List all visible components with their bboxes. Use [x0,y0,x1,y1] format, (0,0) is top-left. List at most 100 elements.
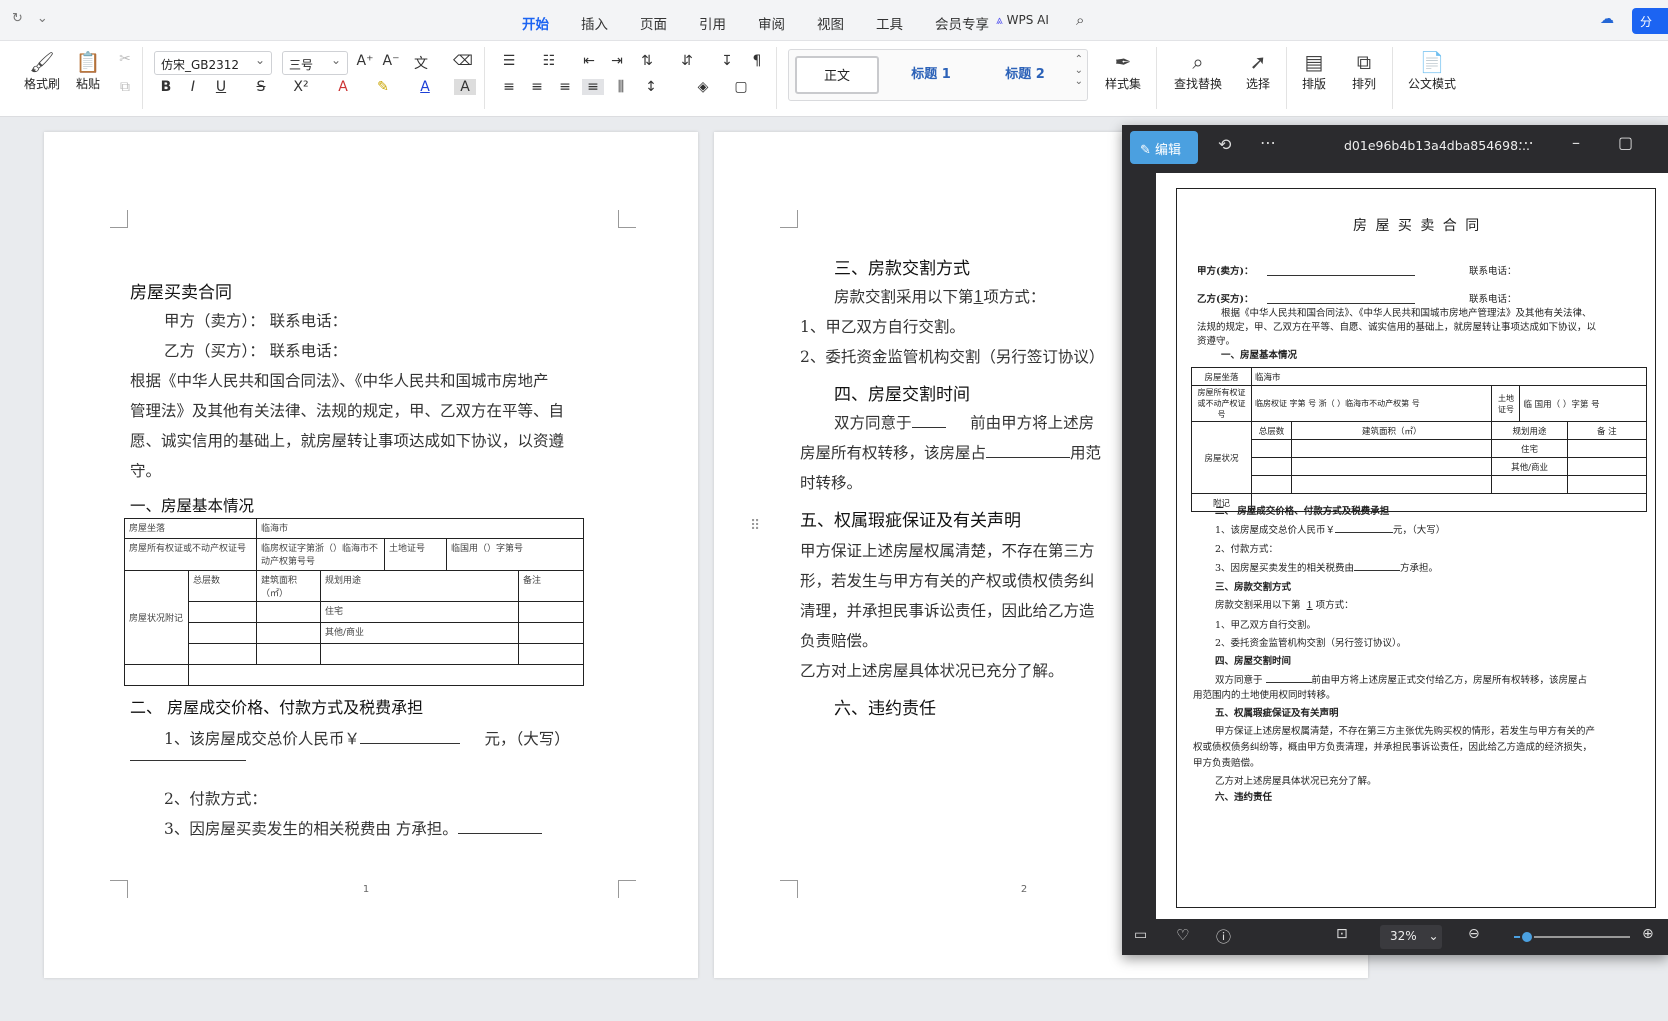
rotate-icon[interactable]: ⟲ [1218,135,1231,154]
font-color-icon[interactable]: A [414,79,436,95]
bullet-list-icon[interactable]: ☰ [498,53,520,69]
more-icon[interactable]: ⋯ [1518,133,1534,152]
text-direction-icon[interactable]: ⇅ [636,53,658,69]
superscript-icon[interactable]: X² [290,79,312,95]
shading-icon[interactable]: ◈ [692,79,714,95]
highlight-icon[interactable]: ✎ [372,79,394,95]
drag-handle-icon[interactable]: ⠿ [750,518,760,534]
blank-field[interactable] [911,410,946,428]
more-icon[interactable]: ⋯ [1260,133,1276,152]
wps-ai-button[interactable]: ⩓ WPS AI [996,13,1049,28]
phonetic-icon[interactable]: 文 [410,53,432,73]
settlement-option-1: 1、甲乙双方自行交割。 [800,318,965,336]
handover-label: 双方同意于 [1215,675,1263,686]
numbered-list-icon[interactable]: ☷ [538,53,560,69]
shrink-font-icon[interactable]: A⁻ [380,53,402,69]
cloud-upload-icon[interactable]: ☁ [1600,11,1614,27]
sort-icon[interactable]: ⇵ [676,53,698,69]
strikethrough-icon[interactable]: S [250,79,272,95]
minimize-icon[interactable]: – [1572,133,1580,152]
warranty-line: 乙方对上述房屋具体状况已充分了解。 [1215,776,1377,787]
gallery-expand-icon[interactable]: ⌃ ⌄ ⌄ [1075,54,1083,87]
table-cell: 备注 [518,570,584,602]
actual-size-icon[interactable]: ⊡ [1336,926,1348,942]
chevron-down-icon[interactable]: ⌄ [37,11,48,26]
style-normal[interactable]: 正文 [795,56,879,94]
italic-icon[interactable]: I [182,79,204,95]
format-painter-button[interactable]: 🖌 格式刷 [22,49,62,92]
price-line: 1、该房屋成交总价人民币￥ 元，（大写） [164,724,570,754]
style-heading-1[interactable]: 标题 1 [889,56,973,94]
handover-line: 双方同意于 前由甲方将上述房 [834,408,1094,438]
edit-button[interactable]: ✎ 编辑 [1130,131,1198,164]
table-cell: 土地证号 [1491,385,1521,422]
tab-home[interactable]: 开始 [506,13,565,45]
font-family-select[interactable]: 仿宋_GB2312 [154,51,272,75]
align-left-icon[interactable]: ≡ [498,79,520,95]
style-heading-2[interactable]: 标题 2 [983,56,1067,94]
blank-field[interactable] [359,726,460,744]
info-icon[interactable]: ⓘ [1216,926,1231,947]
search-icon[interactable]: ⌕ [1076,11,1084,29]
distribute-icon[interactable]: ⫼ [610,79,632,95]
align-center-icon[interactable]: ≡ [526,79,548,95]
ribbon-toolbar: 🖌 格式刷 📋 粘贴 ✂ ⧉ 仿宋_GB2312 三号 A⁺ A⁻ 文 ⌫ B … [0,41,1668,117]
handover-text: 用范 [1070,444,1102,462]
select-button[interactable]: ➚ 选择 [1238,49,1278,92]
tab-review[interactable]: 审阅 [742,13,801,33]
border-icon[interactable]: ▢ [730,79,752,95]
arrange-button[interactable]: ⧉ 排列 [1344,49,1384,92]
line-spacing-icon[interactable]: ↕ [640,79,662,95]
bold-icon[interactable]: B [155,79,177,95]
zoom-out-icon[interactable]: ⊖ [1468,926,1480,942]
filmstrip-icon[interactable]: ▭ [1134,927,1147,943]
tab-member[interactable]: 会员专享 [919,13,1005,33]
az-sort-icon[interactable]: ↧ [716,53,738,69]
section-heading: 六、违约责任 [834,699,936,719]
tab-tools[interactable]: 工具 [860,13,919,33]
redo-icon[interactable]: ↻ [12,11,23,26]
style-set-button[interactable]: ✒ 样式集 [1098,49,1148,92]
tab-page[interactable]: 页面 [624,13,683,33]
underline-icon[interactable]: U [210,79,232,95]
table-cell: 规划用途 [320,570,519,602]
separator [1286,47,1287,109]
font-size-select[interactable]: 三号 [282,51,348,75]
justify-icon[interactable]: ≡ [582,79,604,95]
char-shading-icon[interactable]: A [454,79,476,95]
align-right-icon[interactable]: ≡ [554,79,576,95]
page-number: 1 [362,884,370,895]
copy-icon[interactable]: ⧉ [114,79,136,95]
clear-format-icon[interactable]: ⌫ [452,53,474,69]
grow-font-icon[interactable]: A⁺ [354,53,376,69]
zoom-slider-knob[interactable] [1520,930,1534,944]
party-b-label: 乙方(买方)： [1197,294,1254,305]
zoom-in-icon[interactable]: ⊕ [1642,926,1654,942]
blank-field[interactable] [457,816,542,834]
text-effect-icon[interactable]: A [332,79,354,95]
paste-button[interactable]: 📋 粘贴 [68,49,108,92]
tab-reference[interactable]: 引用 [683,13,742,33]
maximize-icon[interactable]: ▢ [1618,133,1633,152]
page-1[interactable]: 房屋买卖合同 甲方（卖方）： 联系电话： 乙方（买方）： 联系电话： 根据《中华… [44,132,698,978]
show-marks-icon[interactable]: ¶ [746,53,768,69]
share-button[interactable]: 分 [1632,8,1668,34]
settlement-line: 房款交割采用以下第 1 项方式： [1215,599,1354,613]
separator [142,47,143,109]
layout-button[interactable]: ▤ 排版 [1294,49,1334,92]
find-replace-button[interactable]: ⌕ 查找替换 [1166,49,1230,92]
cut-icon[interactable]: ✂ [114,51,136,67]
blank-field[interactable] [130,760,246,761]
official-mode-button[interactable]: 📄 公文模式 [1404,49,1460,92]
blank-field[interactable] [986,440,1071,458]
zoom-select[interactable]: 32% ⌄ [1380,925,1442,949]
increase-indent-icon[interactable]: ⇥ [606,53,628,69]
decrease-indent-icon[interactable]: ⇤ [578,53,600,69]
heart-icon[interactable]: ♡ [1176,926,1189,944]
table-cell: 临海市 [1251,367,1647,386]
image-canvas[interactable]: 房 屋 买 卖 合 同 甲方(卖方)： 联系电话： 乙方(买方)： 联系电话： … [1156,173,1668,919]
settlement-option-1: 1、甲乙双方自行交割。 [1215,620,1317,631]
tab-insert[interactable]: 插入 [565,13,624,33]
settlement-label: 房款交割采用以下第 [1215,600,1301,611]
tab-view[interactable]: 视图 [801,13,860,33]
